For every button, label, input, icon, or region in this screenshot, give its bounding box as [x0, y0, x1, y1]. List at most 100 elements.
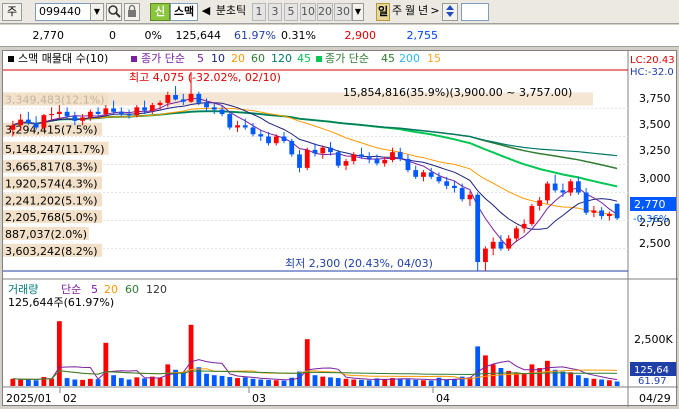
candle-body [204, 102, 209, 108]
current-price-axis-label: 2,770 [634, 198, 666, 211]
legend-ma-10: 10 [211, 52, 225, 65]
volume-bar [304, 339, 310, 386]
menu-button[interactable]: 주 [2, 3, 22, 21]
price-tick-3250: 3,250 [639, 144, 671, 157]
candle-body [165, 94, 171, 103]
volume-bar [312, 375, 318, 386]
volume-bar [219, 375, 225, 386]
candle-body [72, 116, 78, 121]
volume-ma-5: 5 [91, 283, 98, 296]
period-left-arrow[interactable]: ◀ [199, 3, 213, 21]
volume-bar [25, 379, 31, 386]
chart-area: 3,349,483(12.1%)3,294,415(7.5%)5,148,247… [2, 50, 678, 407]
volume-bar [397, 378, 403, 386]
candle-body [312, 149, 318, 154]
candle-body [328, 147, 333, 153]
period-button-30[interactable]: 30 [334, 3, 352, 21]
candle-body [134, 107, 140, 116]
volume-profile-label: 2,241,202(5.1%) [5, 194, 98, 207]
candle-body [320, 147, 326, 154]
candle-body [459, 188, 465, 200]
volume-ma-label: 단순 [61, 283, 81, 296]
candle-body [421, 172, 426, 177]
date-label-02: 02 [63, 392, 77, 405]
magnifier-glyph [108, 5, 121, 18]
legend-ma-45: 45 [297, 52, 311, 65]
candle-body [583, 192, 589, 213]
volume-bar [359, 379, 364, 386]
week-period-button[interactable]: 주 [390, 3, 404, 21]
volume-bar [343, 378, 349, 386]
candle-body [413, 170, 419, 177]
stock-name-badge: 스맥 [170, 3, 198, 21]
price-tick-3750: 3,750 [639, 92, 671, 105]
date-axis: 2025/01 02 03 04 04/29 [6, 387, 671, 405]
volume-bar [196, 367, 202, 386]
legend-swatch [8, 56, 14, 62]
candle-body [180, 99, 186, 102]
volume-bar [134, 377, 140, 386]
count-input[interactable] [461, 3, 489, 21]
volume-profile-label: 3,665,817(8.3%) [5, 161, 98, 174]
lock-icon[interactable] [124, 3, 140, 21]
month-period-button[interactable]: 월 [403, 3, 417, 21]
code-dropdown-button[interactable]: ▼ [90, 3, 104, 21]
hc-label: HC:-32.0 [630, 67, 674, 78]
search-icon[interactable] [106, 3, 122, 21]
candle-body [219, 109, 225, 115]
volume-bar [49, 378, 55, 386]
volume-bar [80, 379, 85, 386]
credit-button[interactable]: 신 [150, 3, 170, 21]
tick-period-button[interactable]: 분초틱 [212, 3, 250, 21]
volume-bar [475, 346, 481, 386]
day-period-button[interactable]: 일 [376, 3, 390, 21]
legend-ma2-label: 종가 단순 [325, 52, 369, 65]
max-price-label: 최고 4,075 (-32.02%, 02/10) [129, 71, 281, 84]
candle-body [227, 114, 233, 128]
candle-body [514, 228, 519, 239]
volume-bar [614, 381, 620, 386]
stock-code-input[interactable]: 099440 [35, 3, 95, 21]
candle-body [506, 238, 512, 249]
candle-body [560, 190, 566, 193]
period-button-5[interactable]: 5 [284, 3, 298, 21]
candle-body [41, 115, 47, 128]
price-tick-3500: 3,500 [639, 118, 671, 131]
candle-body [428, 172, 434, 177]
period-button-1[interactable]: 1 [252, 3, 266, 21]
volume-bar [204, 373, 209, 386]
date-label-2025-01: 2025/01 [6, 392, 52, 405]
lc-label: LC:20.43 [630, 55, 675, 66]
price-change-pct: 0% [144, 29, 162, 42]
candle-body [575, 181, 581, 193]
period-dropdown-button[interactable]: ▼ [352, 3, 364, 21]
volume-ma-120: 120 [146, 283, 167, 296]
volume-bar [583, 378, 589, 386]
candle-body [382, 160, 388, 164]
volume-value: 125,644 [175, 29, 222, 42]
volume-bar [103, 342, 109, 386]
volume-bar [10, 378, 16, 386]
volume-bar [575, 375, 581, 386]
volume-bar [188, 324, 194, 386]
band-top-label: 15,854,816(35.9%)(3,900.00 ~ 3,757.00) [343, 86, 572, 99]
candle-body [335, 152, 341, 166]
year-period-button[interactable]: 년 [416, 3, 430, 21]
legend-ma2-45: 45 [381, 52, 395, 65]
volume-bar [180, 372, 186, 386]
price-axis: 3,750 3,500 3,250 3,000 2,750 2,500 2,77… [630, 92, 676, 250]
period-right-arrow[interactable]: > [430, 3, 440, 21]
candle-body [614, 203, 620, 219]
volume-title: 거래량 [8, 283, 38, 296]
period-button-10[interactable]: 10 [300, 3, 316, 21]
volume-bar [428, 380, 434, 386]
candle-body [87, 111, 93, 118]
volume-profile-label: 3,603,242(8.2%) [5, 245, 98, 258]
candle-body [397, 152, 403, 159]
candle-down [289, 138, 295, 157]
price-change: 0 [109, 29, 116, 42]
period-button-3[interactable]: 3 [268, 3, 282, 21]
updown-arrow-icon[interactable] [442, 3, 458, 21]
period-button-20[interactable]: 20 [317, 3, 333, 21]
volume-bar [126, 379, 132, 386]
